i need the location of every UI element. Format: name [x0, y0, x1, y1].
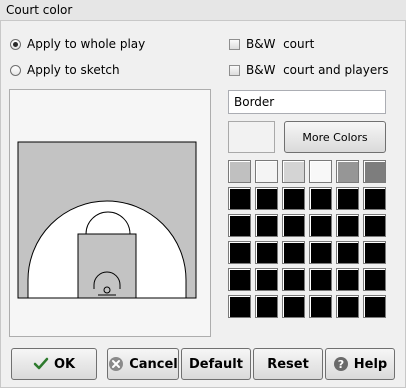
- color-swatch[interactable]: [336, 241, 359, 264]
- color-swatch[interactable]: [228, 268, 251, 291]
- color-swatch[interactable]: [363, 187, 386, 210]
- bw-court-players-label: B&W court and players: [246, 63, 389, 77]
- color-swatch[interactable]: [336, 268, 359, 291]
- color-swatch[interactable]: [228, 160, 251, 183]
- window-title: Court color: [6, 3, 73, 17]
- color-swatch[interactable]: [363, 268, 386, 291]
- reset-label: Reset: [267, 356, 309, 372]
- help-label: Help: [353, 356, 388, 372]
- ok-label: OK: [53, 356, 76, 372]
- color-swatch[interactable]: [309, 241, 332, 264]
- color-swatch[interactable]: [255, 241, 278, 264]
- radio-unselected-icon: [10, 64, 21, 76]
- color-swatch[interactable]: [363, 241, 386, 264]
- more-colors-button[interactable]: More Colors: [284, 121, 386, 153]
- color-swatch[interactable]: [363, 160, 386, 183]
- help-button[interactable]: ? Help: [325, 348, 395, 380]
- title-bar: Court color: [0, 0, 406, 21]
- bw-court-label: B&W court: [246, 37, 315, 51]
- bw-court-checkbox[interactable]: B&W court: [229, 37, 314, 51]
- color-swatch[interactable]: [309, 160, 332, 183]
- cancel-label: Cancel: [129, 356, 178, 372]
- color-swatch[interactable]: [255, 160, 278, 183]
- key-lane: [77, 233, 137, 299]
- color-palette: [228, 160, 386, 318]
- color-swatch[interactable]: [282, 187, 305, 210]
- color-swatch[interactable]: [282, 295, 305, 318]
- reset-button[interactable]: Reset: [253, 348, 323, 380]
- bw-court-players-checkbox[interactable]: B&W court and players: [229, 63, 388, 77]
- color-swatch[interactable]: [336, 295, 359, 318]
- color-swatch[interactable]: [363, 295, 386, 318]
- cancel-button[interactable]: Cancel: [107, 348, 179, 380]
- color-swatch[interactable]: [282, 160, 305, 183]
- checkbox-icon: [229, 38, 240, 50]
- color-swatch[interactable]: [336, 214, 359, 237]
- court-preview[interactable]: [9, 89, 211, 337]
- color-swatch[interactable]: [255, 214, 278, 237]
- help-icon: ?: [333, 356, 349, 372]
- apply-whole-play-label: Apply to whole play: [27, 37, 146, 51]
- current-color-swatch: [228, 121, 275, 153]
- checkbox-icon: [229, 64, 240, 76]
- color-swatch[interactable]: [282, 214, 305, 237]
- color-swatch[interactable]: [228, 187, 251, 210]
- color-swatch[interactable]: [228, 214, 251, 237]
- default-button[interactable]: Default: [181, 348, 251, 380]
- border-label: Border: [234, 95, 275, 109]
- half-court-diagram: [17, 141, 197, 299]
- default-label: Default: [189, 356, 243, 372]
- color-swatch[interactable]: [309, 214, 332, 237]
- checkmark-icon: [33, 356, 49, 372]
- x-icon: [108, 356, 124, 372]
- color-swatch[interactable]: [255, 187, 278, 210]
- color-swatch[interactable]: [228, 241, 251, 264]
- color-swatch[interactable]: [255, 295, 278, 318]
- more-colors-label: More Colors: [302, 130, 368, 144]
- apply-sketch-label: Apply to sketch: [27, 63, 120, 77]
- apply-sketch-radio[interactable]: Apply to sketch: [10, 63, 120, 77]
- color-swatch[interactable]: [309, 295, 332, 318]
- color-swatch[interactable]: [282, 268, 305, 291]
- radio-selected-icon: [10, 38, 21, 50]
- border-field[interactable]: Border: [228, 90, 386, 114]
- color-swatch[interactable]: [336, 187, 359, 210]
- color-swatch[interactable]: [336, 160, 359, 183]
- color-swatch[interactable]: [309, 268, 332, 291]
- color-swatch[interactable]: [282, 241, 305, 264]
- color-swatch[interactable]: [363, 214, 386, 237]
- apply-whole-play-radio[interactable]: Apply to whole play: [10, 37, 145, 51]
- color-swatch[interactable]: [309, 187, 332, 210]
- svg-text:?: ?: [338, 358, 344, 371]
- ok-button[interactable]: OK: [11, 348, 97, 380]
- color-swatch[interactable]: [228, 295, 251, 318]
- color-swatch[interactable]: [255, 268, 278, 291]
